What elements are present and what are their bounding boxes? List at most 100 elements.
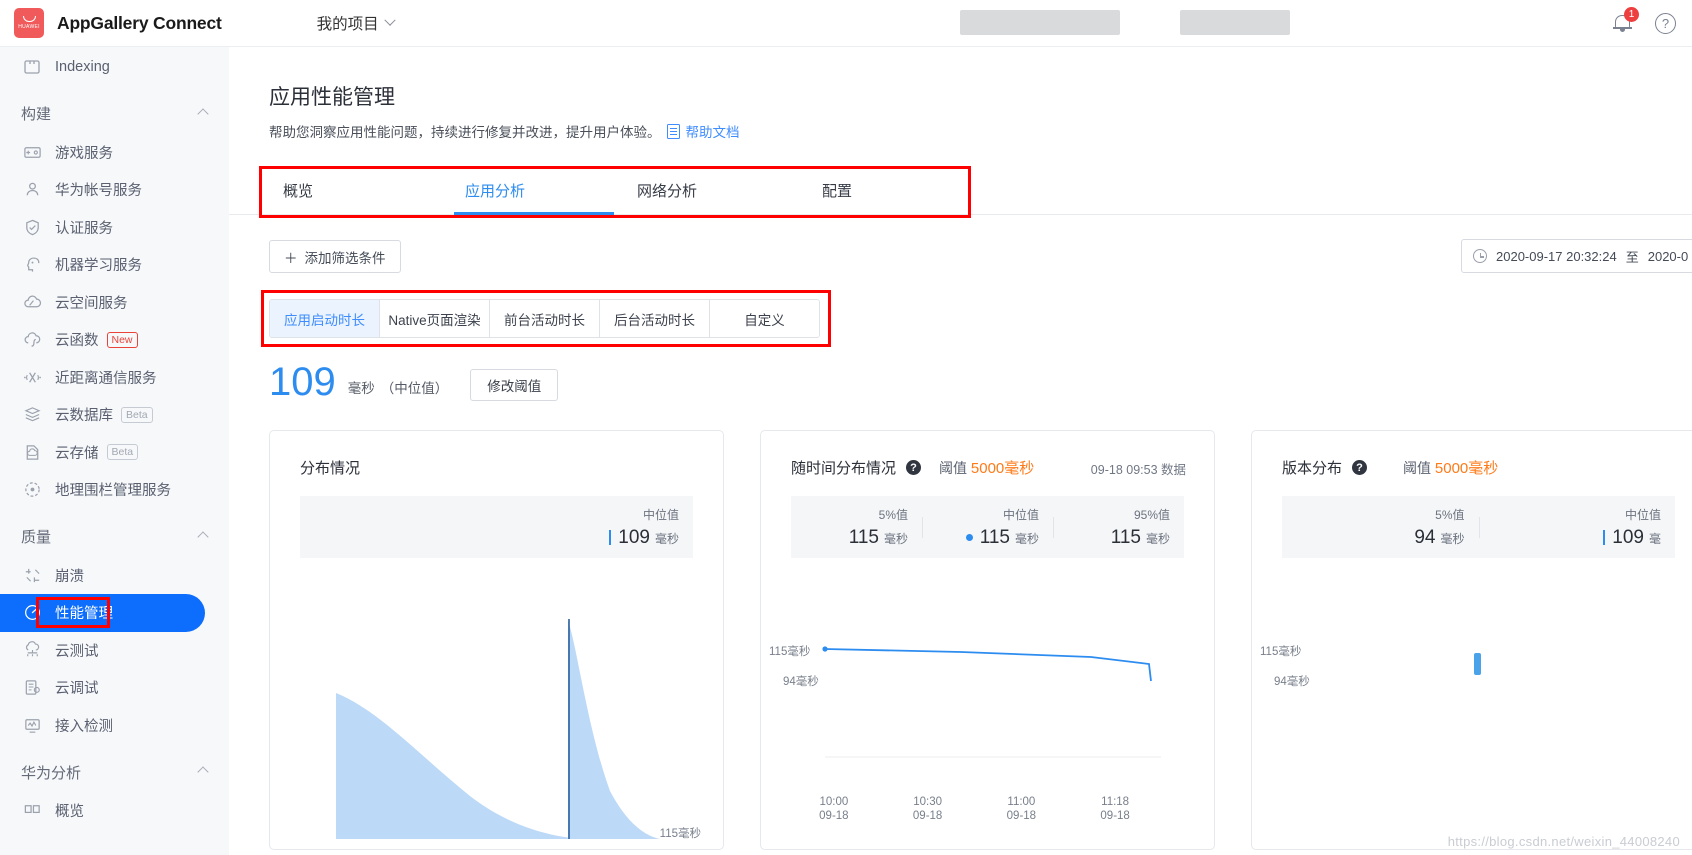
sidebar-item-cloud-space[interactable]: 云空间服务 [0,284,229,322]
card-title: 版本分布 [1282,460,1343,477]
tab-bar[interactable]: 概览 应用分析 网络分析 配置 [229,168,1692,215]
metric-unit: 毫秒 [347,381,375,396]
help-doc-link[interactable]: 帮助文档 [686,121,740,141]
sidebar-section-build[interactable]: 构建 [0,94,229,134]
indexing-icon [21,56,43,78]
stat-unit: 毫 [1648,531,1661,546]
notification-bell-icon[interactable]: 1 [1612,7,1639,34]
tab-network-analysis[interactable]: 网络分析 [628,168,811,215]
x-tick-date: 09-18 [1100,810,1130,822]
sidebar-section-label: 华为分析 [21,764,82,782]
stat-unit: 毫秒 [1145,531,1170,546]
sidebar-section-analytics[interactable]: 华为分析 [0,752,229,792]
x-tick-date: 09-18 [912,810,943,822]
stat-value-row: 109 毫秒 [300,527,679,549]
metric-tab-background[interactable]: 后台活动时长 [600,300,710,337]
top-bar-actions: 1 ? [1612,0,1676,47]
stat-label: 95%值 [1133,507,1170,522]
metric-tab-app-startup[interactable]: 应用启动时长 [270,300,380,337]
chevron-up-icon [197,530,209,543]
sidebar-item-label: 华为帐号服务 [55,183,142,200]
sidebar-item-label: 云函数 [55,333,99,350]
sidebar-item-cloud-db[interactable]: 云数据库 Beta [0,396,229,434]
edit-threshold-button[interactable]: 修改阈值 [470,369,559,401]
sidebar-item-label: 认证服务 [55,220,113,237]
sidebar-item-ml-service[interactable]: 机器学习服务 [0,246,229,284]
metric-tab-foreground[interactable]: 前台活动时长 [490,300,600,337]
sidebar-item-analytics-overview[interactable]: 概览 [0,792,229,830]
median-line-series [824,648,1152,682]
date-range-separator: 至 [1625,249,1639,265]
redacted-block-2 [1180,10,1290,35]
card-asof-timestamp: 09-18 09:53 数据 [1090,463,1186,477]
sidebar-item-crash[interactable]: 崩溃 [0,557,229,595]
y-axis-label-lower: 94毫秒 [1274,676,1310,688]
tab-configuration[interactable]: 配置 [811,168,961,215]
add-filter-button[interactable]: ＋ 添加筛选条件 [269,240,401,273]
game-icon [21,141,43,163]
metric-tab-native-render[interactable]: Native页面渲染 [380,300,490,337]
cards-row: 分布情况 中位值 109 毫秒 115毫秒 随时间分布情况 ? 阈值 5000毫… [229,402,1692,850]
sidebar-item-cloud-storage[interactable]: 云存储 Beta [0,434,229,472]
threshold-value: 5000毫秒 [1434,460,1499,477]
stat-unit: 毫秒 [654,531,679,546]
sidebar-item-performance[interactable]: 性能管理 [0,594,205,632]
sidebar-item-cloud-debug[interactable]: 云调试 [0,669,229,707]
stat-p95: 95%值 115 毫秒 [1053,506,1184,549]
threshold-info: 阈值 5000毫秒 [1403,457,1498,478]
stat-p5: 5%值 115 毫秒 [791,506,922,549]
distribution-chart: 115毫秒 [270,581,723,849]
sidebar[interactable]: Indexing 构建 游戏服务 华为帐号服务 认证服务 机器学习服务 云空间服… [0,47,229,855]
notification-badge: 1 [1624,7,1639,22]
median-marker-icon [609,529,612,545]
help-question-icon[interactable]: ? [1352,460,1368,475]
tab-app-analysis[interactable]: 应用分析 [454,168,628,215]
filter-row: ＋ 添加筛选条件 2020-09-17 20:32:24 至 2020-0 [229,215,1692,273]
sidebar-item-label: 性能管理 [55,606,113,623]
version-bar-chart-svg [1474,653,1481,675]
distribution-chart-svg [336,619,660,839]
add-filter-label: 添加筛选条件 [304,250,386,266]
x-axis-right-label: 115毫秒 [659,828,701,840]
tab-overview[interactable]: 概览 [269,168,454,215]
sidebar-item-label: 机器学习服务 [55,258,142,275]
chevron-down-icon [383,14,396,26]
sidebar-item-indexing[interactable]: Indexing [0,48,229,86]
sidebar-item-geofence[interactable]: 地理围栏管理服务 [0,471,229,509]
date-range-picker[interactable]: 2020-09-17 20:32:24 至 2020-0 [1461,239,1692,273]
sidebar-item-game-service[interactable]: 游戏服务 [0,134,229,172]
x-tick-date: 09-18 [819,810,849,822]
sidebar-item-label: 概览 [55,804,84,821]
sidebar-item-huawei-account[interactable]: 华为帐号服务 [0,171,229,209]
cloud-function-icon [21,329,43,351]
stat-value: 94 [1414,526,1436,548]
help-icon[interactable]: ? [1655,13,1676,34]
card-stat-bar: 5%值 115 毫秒 中位值 115 毫秒 95%值 115 毫秒 [791,496,1184,558]
stat-label: 5%值 [1435,507,1465,522]
sidebar-section-label: 构建 [21,106,52,123]
metric-tab-group[interactable]: 应用启动时长 Native页面渲染 前台活动时长 后台活动时长 自定义 [269,299,820,338]
sidebar-item-label: 近距离通信服务 [55,370,157,387]
help-question-icon[interactable]: ? [906,460,922,475]
project-selector[interactable]: 我的项目 [317,12,396,34]
badge-new: New [106,331,138,348]
sidebar-item-auth-service[interactable]: 认证服务 [0,209,229,247]
sidebar-item-access-check[interactable]: 接入检测 [0,707,229,745]
sidebar-item-nearby-service[interactable]: 近距离通信服务 [0,359,229,397]
main-content: 应用性能管理 帮助您洞察应用性能问题，持续进行修复并改进，提升用户体验。 帮助文… [229,47,1692,855]
date-range-end: 2020-0 [1647,248,1689,264]
stat-value-row: 115 毫秒 [922,527,1039,549]
sidebar-item-cloud-test[interactable]: 云测试 [0,632,229,670]
metric-value: 109 [269,360,336,404]
cloud-test-icon [21,639,43,661]
sidebar-item-cloud-function[interactable]: 云函数 New [0,321,229,359]
card-version-distribution: 版本分布 ? 阈值 5000毫秒 5%值 94 毫秒 中位值 109 毫 115毫秒 [1251,430,1692,850]
metric-tab-custom[interactable]: 自定义 [710,300,819,337]
logo-arc [22,16,36,22]
threshold-label: 阈值 [939,460,968,476]
sidebar-section-quality[interactable]: 质量 [0,517,229,557]
card-stat-bar: 中位值 109 毫秒 [300,496,693,558]
sidebar-item-label: 崩溃 [55,568,84,585]
sidebar-item-label: 游戏服务 [55,145,113,162]
y-axis-label-upper: 115毫秒 [769,646,811,658]
